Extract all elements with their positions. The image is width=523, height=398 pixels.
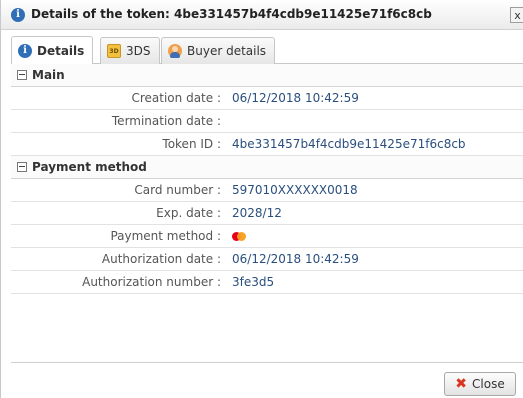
field-label: Token ID :	[162, 137, 221, 151]
row-creation-date: Creation date : 06/12/2018 10:42:59	[11, 87, 523, 110]
dialog-close-button[interactable]: x	[510, 7, 523, 23]
tab-3ds[interactable]: 3D 3DS	[100, 37, 160, 64]
row-card-number: Card number : 597010XXXXXX0018	[11, 179, 523, 202]
row-exp-date: Exp. date : 2028/12	[11, 202, 523, 225]
field-value: 3fe3d5	[232, 275, 275, 289]
field-value: 2028/12	[232, 206, 282, 220]
info-icon: i	[18, 43, 32, 58]
tab-details[interactable]: i Details	[11, 36, 94, 64]
tab-buyer-details-label: Buyer details	[187, 44, 267, 58]
section-payment-title: Payment method	[32, 160, 147, 174]
collapse-icon[interactable]	[17, 70, 27, 80]
field-value: 4be331457b4f4cdb9e11425e71f6c8cb	[232, 137, 466, 151]
row-token-id: Token ID : 4be331457b4f4cdb9e11425e71f6c…	[11, 133, 523, 156]
dialog-title: Details of the token: 4be331457b4f4cdb9e…	[31, 7, 432, 21]
field-value: 597010XXXXXX0018	[232, 183, 358, 197]
mastercard-icon	[232, 232, 246, 241]
tab-bar: i Details 3D 3DS Buyer details	[11, 30, 523, 64]
buyer-icon	[168, 44, 182, 58]
field-label: Exp. date :	[156, 206, 221, 220]
row-payment-method: Payment method :	[11, 225, 523, 248]
row-termination-date: Termination date :	[11, 110, 523, 133]
token-details-dialog: i Details of the token: 4be331457b4f4cdb…	[0, 0, 523, 398]
close-icon: ✖	[455, 376, 468, 392]
close-button[interactable]: ✖ Close	[444, 372, 516, 396]
row-authorization-date: Authorization date : 06/12/2018 10:42:59	[11, 248, 523, 271]
row-authorization-number: Authorization number : 3fe3d5	[11, 271, 523, 294]
field-label: Authorization date :	[101, 252, 221, 266]
field-label: Payment method :	[110, 229, 221, 243]
tab-details-label: Details	[37, 43, 85, 58]
field-label: Creation date :	[131, 91, 221, 105]
section-main-header[interactable]: Main	[11, 64, 523, 87]
section-main-title: Main	[32, 68, 65, 82]
field-label: Termination date :	[111, 114, 221, 128]
3ds-icon: 3D	[107, 44, 121, 58]
info-icon: i	[11, 8, 25, 22]
tab-buyer-details[interactable]: Buyer details	[161, 37, 276, 64]
section-payment-header[interactable]: Payment method	[11, 156, 523, 179]
field-label: Authorization number :	[82, 275, 221, 289]
field-value: 06/12/2018 10:42:59	[232, 91, 359, 105]
dialog-footer: ✖ Close	[11, 362, 523, 398]
details-panel: Main Creation date : 06/12/2018 10:42:59…	[11, 64, 523, 294]
field-label: Card number :	[134, 183, 221, 197]
close-button-label: Close	[472, 377, 505, 391]
field-value: 06/12/2018 10:42:59	[232, 252, 359, 266]
dialog-titlebar: i Details of the token: 4be331457b4f4cdb…	[1, 0, 523, 30]
collapse-icon[interactable]	[17, 162, 27, 172]
tab-3ds-label: 3DS	[126, 44, 151, 58]
